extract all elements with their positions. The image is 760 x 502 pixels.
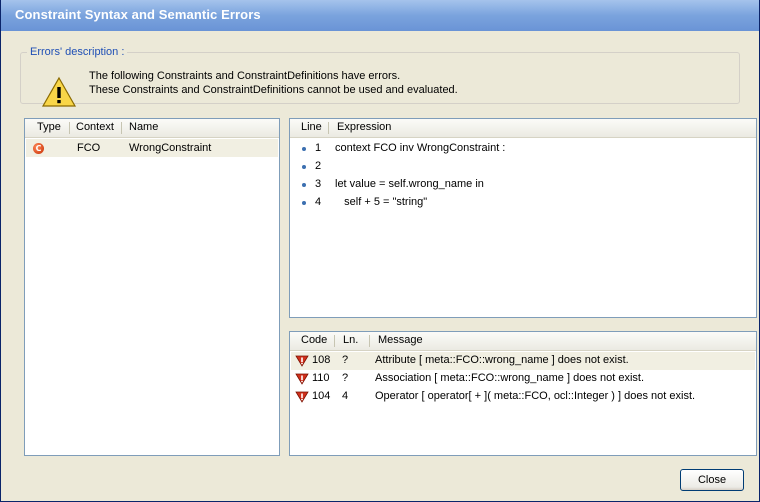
dialog-window: Constraint Syntax and Semantic Errors Er… — [0, 0, 760, 502]
error-v-icon — [295, 373, 309, 385]
message-text: Operator [ operator[ + ]( meta::FCO, ocl… — [375, 390, 696, 402]
expression-line-number: 2 — [315, 160, 322, 172]
warning-icon — [41, 76, 77, 107]
messages-list-header: Code Ln. Message — [290, 332, 756, 351]
column-header-code[interactable]: Code — [301, 334, 327, 346]
title-bar[interactable]: Constraint Syntax and Semantic Errors — [1, 0, 759, 31]
column-header-expression[interactable]: Expression — [337, 121, 391, 133]
column-divider[interactable] — [328, 122, 329, 134]
column-header-context[interactable]: Context — [76, 121, 114, 133]
constraint-context: FCO — [77, 142, 101, 154]
bullet-icon — [302, 183, 306, 187]
bullet-icon — [302, 147, 306, 151]
expression-list-header: Line Expression — [290, 119, 756, 138]
column-divider[interactable] — [69, 122, 70, 134]
description-line-1: The following Constraints and Constraint… — [89, 70, 401, 82]
bullet-icon — [302, 165, 306, 169]
message-line: 4 — [342, 390, 349, 402]
message-code: 110 — [312, 372, 330, 384]
constraint-name: WrongConstraint — [129, 142, 212, 154]
column-divider[interactable] — [334, 335, 335, 347]
expression-text: context FCO inv WrongConstraint : — [335, 142, 506, 154]
expression-line-number: 4 — [315, 196, 322, 208]
expression-text: let value = self.wrong_name in — [335, 178, 484, 190]
errors-description-legend: Errors' description : — [30, 46, 125, 58]
column-header-type[interactable]: Type — [37, 121, 61, 133]
message-text: Attribute [ meta::FCO::wrong_name ] does… — [375, 354, 629, 366]
expression-text: self + 5 = "string" — [335, 196, 428, 208]
column-divider[interactable] — [121, 122, 122, 134]
column-divider[interactable] — [369, 335, 370, 347]
column-header-line[interactable]: Line — [301, 121, 322, 133]
column-header-ln[interactable]: Ln. — [343, 334, 358, 346]
expression-line-number: 3 — [315, 178, 322, 190]
constraint-c-icon: C — [33, 143, 44, 154]
constraints-list-header: Type Context Name — [25, 119, 279, 138]
column-header-message[interactable]: Message — [378, 334, 423, 346]
expression-list[interactable]: Line Expression 1 context FCO inv WrongC… — [289, 118, 757, 318]
messages-list[interactable]: Code Ln. Message 108 ? Attribute [ meta:… — [289, 331, 757, 456]
close-button[interactable]: Close — [680, 469, 744, 491]
message-line: ? — [342, 372, 349, 384]
message-text: Association [ meta::FCO::wrong_name ] do… — [375, 372, 645, 384]
window-title: Constraint Syntax and Semantic Errors — [15, 7, 261, 22]
description-line-2: These Constraints and ConstraintDefiniti… — [89, 84, 458, 96]
error-v-icon — [295, 355, 309, 367]
message-code: 108 — [312, 354, 331, 366]
expression-line-number: 1 — [315, 142, 322, 154]
bullet-icon — [302, 201, 306, 205]
message-line: ? — [342, 354, 349, 366]
error-v-icon — [295, 391, 309, 403]
message-code: 104 — [312, 390, 331, 402]
column-header-name[interactable]: Name — [129, 121, 158, 133]
constraints-list[interactable]: Type Context Name C FCO WrongConstraint — [24, 118, 280, 456]
